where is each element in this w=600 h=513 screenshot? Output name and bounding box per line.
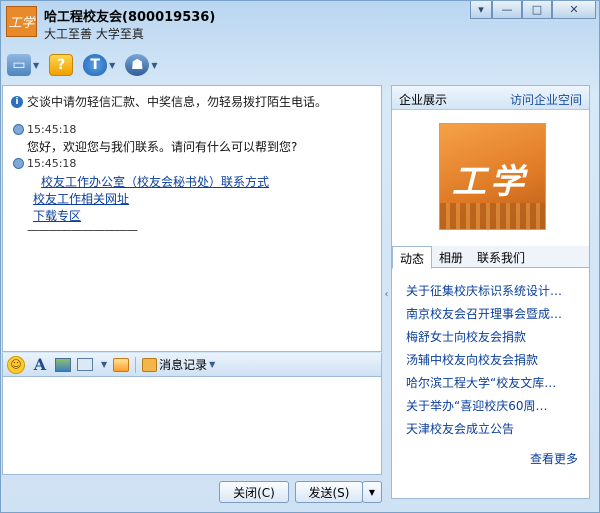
main-toolbar: ▭ ▼ ? T ▼ ☗ ▼: [7, 51, 157, 79]
news-item[interactable]: 哈尔滨工程大学“校友文库…: [406, 372, 582, 395]
help-button[interactable]: ?: [49, 52, 74, 78]
screenshot-icon[interactable]: [77, 358, 93, 371]
news-item[interactable]: 汤辅中校友向校友会捐款: [406, 349, 582, 372]
news-list: 关于征集校庆标识系统设计… 南京校友会召开理事会暨成… 梅舒女士向校友会捐款 汤…: [406, 280, 582, 441]
settings-dropdown-button[interactable]: ▾: [470, 1, 492, 19]
news-item[interactable]: 梅舒女士向校友会捐款: [406, 326, 582, 349]
clock-icon: [13, 158, 24, 169]
chevron-down-icon[interactable]: ▼: [101, 360, 107, 369]
message-input-area[interactable]: [2, 377, 382, 475]
panel-splitter[interactable]: ‹: [382, 85, 391, 503]
contact-name: 哈工程校友会(800019536): [44, 10, 216, 25]
emoji-icon[interactable]: ☺: [7, 355, 25, 374]
folder-icon: ▭: [7, 54, 31, 76]
message-history[interactable]: i 交谈中请勿轻信汇款、中奖信息，勿轻易拨打陌生电话。 15:45:18 您好，…: [2, 85, 382, 352]
file-transfer-button[interactable]: ▭ ▼: [7, 52, 39, 78]
news-item[interactable]: 关于举办“喜迎校庆60周…: [406, 395, 582, 418]
format-toolbar: ☺ A ▼ 消息记录 ▼: [2, 353, 382, 377]
contact-info-link[interactable]: 校友工作办公室（校友会秘书处）联系方式: [41, 173, 269, 190]
shield-icon: T: [83, 54, 108, 76]
company-panel-title: 企业展示: [399, 93, 448, 107]
image-icon[interactable]: [55, 357, 71, 372]
minimize-button[interactable]: —: [492, 1, 522, 19]
news-item[interactable]: 南京校友会召开理事会暨成…: [406, 303, 582, 326]
message-timestamp: 15:45:18: [13, 157, 76, 170]
record-icon: [142, 357, 158, 372]
clock-icon: [13, 124, 24, 135]
divider: ——————————: [27, 223, 138, 237]
maximize-button[interactable]: □: [522, 1, 552, 19]
window-controls: ▾ — □ ✕: [470, 1, 596, 19]
separator: [135, 356, 137, 373]
chevron-down-icon[interactable]: ▼: [151, 61, 157, 70]
tab-contact[interactable]: 联系我们: [470, 246, 532, 268]
view-more-link[interactable]: 查看更多: [530, 450, 578, 467]
news-item[interactable]: 关于征集校庆标识系统设计…: [406, 280, 582, 303]
message-text: 您好，欢迎您与我们联系。请问有什么可以帮到您?: [27, 140, 298, 154]
security-button[interactable]: T ▼: [83, 52, 115, 78]
message-input[interactable]: [3, 377, 381, 474]
help-icon: ?: [49, 54, 74, 76]
title-bar[interactable]: 工学 哈工程校友会(800019536) 大工至善 大学至真 ▾ — □ ✕: [1, 1, 599, 47]
company-logo: 工学: [439, 123, 546, 230]
message-record-label: 消息记录: [159, 358, 208, 372]
police-icon: ☗: [125, 54, 150, 76]
related-sites-link[interactable]: 校友工作相关网址: [33, 190, 129, 207]
chat-window: 工学 哈工程校友会(800019536) 大工至善 大学至真 ▾ — □ ✕ ▭…: [0, 0, 600, 513]
message-record-button[interactable]: 消息记录 ▼: [142, 352, 215, 378]
tab-news[interactable]: 动态: [392, 246, 433, 269]
send-options-button[interactable]: ▼: [362, 481, 382, 503]
shake-icon[interactable]: [113, 357, 130, 372]
contact-signature: 大工至善 大学至真: [44, 27, 144, 41]
logo-text: 工学: [452, 162, 528, 202]
send-button[interactable]: 发送(S): [295, 481, 363, 503]
company-panel: 企业展示 访问企业空间 工学 动态 相册 联系我们 关于征集校庆标识系统设计… …: [391, 85, 590, 499]
close-window-button[interactable]: ✕: [552, 1, 596, 19]
contact-avatar[interactable]: 工学: [6, 6, 37, 37]
message-timestamp: 15:45:18: [13, 123, 76, 136]
company-panel-header: 企业展示 访问企业空间: [392, 86, 589, 110]
info-icon: i: [11, 95, 23, 108]
company-tabs: 动态 相册 联系我们: [392, 246, 589, 269]
chevron-down-icon: ▼: [209, 360, 216, 369]
news-item[interactable]: 天津校友会成立公告: [406, 418, 582, 441]
font-icon[interactable]: A: [31, 355, 49, 374]
chevron-down-icon[interactable]: ▼: [33, 61, 39, 70]
visit-company-space-link[interactable]: 访问企业空间: [510, 91, 582, 108]
chevron-left-icon[interactable]: ‹: [385, 289, 389, 300]
chevron-down-icon[interactable]: ▼: [109, 61, 115, 70]
close-button[interactable]: 关闭(C): [219, 481, 289, 503]
download-link[interactable]: 下载专区: [33, 207, 81, 224]
security-notice: i 交谈中请勿轻信汇款、中奖信息，勿轻易拨打陌生电话。: [11, 93, 327, 110]
tab-album[interactable]: 相册: [432, 246, 470, 268]
security-notice-text: 交谈中请勿轻信汇款、中奖信息，勿轻易拨打陌生电话。: [27, 95, 328, 109]
logo-building: [440, 203, 545, 229]
report-button[interactable]: ☗ ▼: [125, 52, 157, 78]
